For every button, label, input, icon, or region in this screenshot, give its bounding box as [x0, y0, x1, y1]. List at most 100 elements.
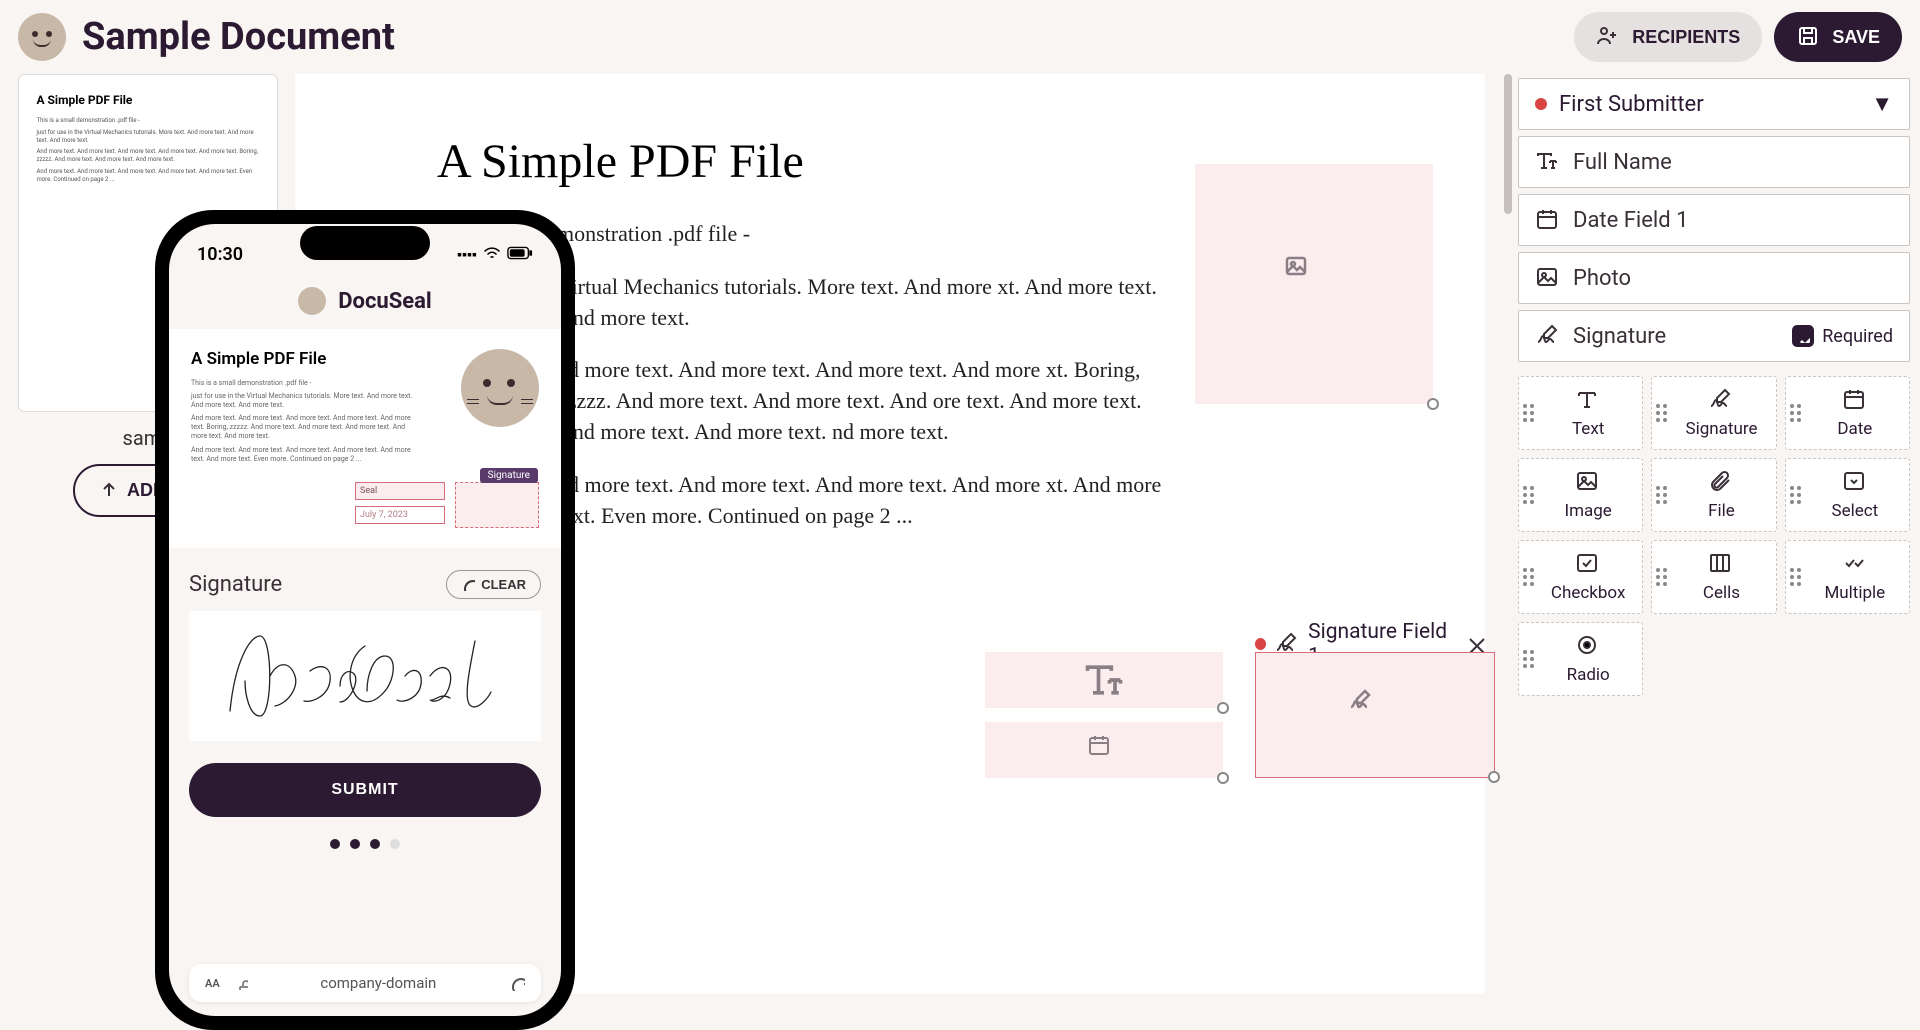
phone-document-card: A Simple PDF File This is a small demons…	[169, 329, 561, 548]
checkbox-checked-icon	[1792, 325, 1814, 347]
text-icon	[1535, 149, 1561, 175]
submitter-dot-icon	[1255, 638, 1266, 650]
drag-handle-icon	[1790, 404, 1801, 422]
document-title: Sample Document	[82, 15, 395, 59]
field-type-date[interactable]: Date	[1785, 376, 1910, 450]
app-header: Sample Document RECIPIENTS SAVE	[0, 0, 1920, 74]
phone-clear-button[interactable]: CLEAR	[446, 570, 541, 599]
calendar-icon	[1535, 207, 1561, 233]
resize-handle[interactable]	[1217, 702, 1229, 714]
field-type-cells[interactable]: Cells	[1651, 540, 1776, 614]
dot-active	[350, 839, 360, 849]
fields-panel: First Submitter ▼ Full Name Date Field 1…	[1512, 74, 1920, 1009]
field-type-select[interactable]: Select	[1785, 458, 1910, 532]
date-field-overlay[interactable]	[985, 722, 1223, 778]
recipients-icon	[1596, 24, 1622, 50]
checkbox-icon	[1575, 551, 1601, 577]
image-icon	[1575, 469, 1601, 495]
signature-icon	[1708, 387, 1734, 413]
page-p2: Virtual Mechanics tutorials. More text. …	[557, 272, 1177, 334]
phone-doc-p: This is a small demonstration .pdf file …	[191, 379, 421, 388]
phone-mini-signature-field: Signature	[455, 482, 539, 528]
dot-active	[330, 839, 340, 849]
phone-clear-label: CLEAR	[481, 577, 526, 592]
scrollbar[interactable]	[1504, 74, 1512, 1009]
save-label: SAVE	[1832, 27, 1880, 48]
close-icon[interactable]	[1465, 634, 1485, 654]
phone-signature-title: Signature	[189, 572, 282, 597]
text-field-overlay[interactable]	[985, 652, 1223, 708]
drag-handle-icon	[1656, 486, 1667, 504]
chevron-down-icon: ▼	[1871, 91, 1893, 117]
phone-submit-button[interactable]: SUBMIT	[189, 763, 541, 817]
recipients-label: RECIPIENTS	[1632, 27, 1740, 48]
phone-time: 10:30	[197, 244, 243, 265]
field-type-signature[interactable]: Signature	[1651, 376, 1776, 450]
refresh-icon[interactable]	[509, 975, 525, 991]
calendar-icon	[1842, 387, 1868, 413]
phone-status-icons: ▪▪▪▪	[457, 246, 533, 264]
field-type-text[interactable]: Text	[1518, 376, 1643, 450]
field-label: Date Field 1	[1573, 208, 1688, 233]
field-item-fullname[interactable]: Full Name	[1518, 136, 1910, 188]
field-type-multiple[interactable]: Multiple	[1785, 540, 1910, 614]
field-type-image[interactable]: Image	[1518, 458, 1643, 532]
phone-signature-section: Signature CLEAR SUBMIT	[169, 548, 561, 861]
select-icon	[1842, 469, 1868, 495]
phone-mini-sig-tag: Signature	[480, 468, 538, 483]
seal-logo-icon	[298, 287, 326, 315]
phone-doc-p: just for use in the Virtual Mechanics tu…	[191, 392, 421, 410]
phone-mini-fields: Seal July 7, 2023 Signature	[191, 482, 539, 528]
signature-field-overlay[interactable]	[1255, 652, 1495, 778]
phone-page-dots	[189, 839, 541, 849]
wifi-icon	[483, 246, 501, 264]
paperclip-icon	[1708, 469, 1734, 495]
phone-mini-date-field: July 7, 2023	[355, 506, 445, 524]
drag-handle-icon	[1523, 568, 1534, 586]
phone-doc-title: A Simple PDF File	[191, 349, 447, 369]
phone-mini-stack: Seal July 7, 2023	[355, 482, 445, 528]
cells-icon	[1708, 551, 1734, 577]
page-p4: nd more text. And more text. And more te…	[557, 470, 1177, 532]
calendar-icon	[1087, 733, 1121, 767]
recipients-button[interactable]: RECIPIENTS	[1574, 12, 1762, 62]
resize-handle[interactable]	[1488, 771, 1500, 783]
drag-handle-icon	[1656, 404, 1667, 422]
required-toggle[interactable]: Required	[1792, 325, 1893, 347]
upload-icon	[97, 481, 117, 501]
phone-screen: 10:30 ▪▪▪▪ DocuSeal A Simple PDF File Th…	[169, 224, 561, 1016]
resize-handle[interactable]	[1427, 398, 1439, 410]
field-item-date[interactable]: Date Field 1	[1518, 194, 1910, 246]
save-button[interactable]: SAVE	[1774, 12, 1902, 62]
dot-active	[370, 839, 380, 849]
multiple-icon	[1842, 551, 1868, 577]
field-name-input[interactable]	[1573, 324, 1723, 349]
dot-inactive	[390, 839, 400, 849]
phone-signature-pad[interactable]	[189, 611, 541, 741]
field-type-checkbox[interactable]: Checkbox	[1518, 540, 1643, 614]
signature-icon	[1348, 688, 1402, 742]
field-type-radio[interactable]: Radio	[1518, 622, 1643, 696]
app-logo-icon	[18, 13, 66, 61]
field-item-photo[interactable]: Photo	[1518, 252, 1910, 304]
field-type-file[interactable]: File	[1651, 458, 1776, 532]
signature-icon	[1535, 323, 1561, 349]
submitter-name: First Submitter	[1559, 92, 1704, 117]
field-item-signature-active[interactable]: Required	[1518, 310, 1910, 362]
lock-icon	[234, 976, 248, 990]
resize-handle[interactable]	[1217, 772, 1229, 784]
required-label: Required	[1822, 326, 1893, 347]
save-icon	[1796, 24, 1822, 50]
submitter-dot-icon	[1535, 98, 1547, 110]
submitter-selector[interactable]: First Submitter ▼	[1518, 78, 1910, 130]
handwritten-signature	[215, 621, 515, 731]
scrollbar-thumb[interactable]	[1504, 74, 1512, 214]
phone-doc-p: And more text. And more text. And more t…	[191, 414, 421, 441]
text-icon	[1082, 658, 1126, 702]
text-icon	[1575, 387, 1601, 413]
refresh-icon	[461, 577, 475, 591]
phone-mockup: 10:30 ▪▪▪▪ DocuSeal A Simple PDF File Th…	[155, 210, 575, 1030]
image-field-overlay[interactable]	[1195, 164, 1433, 404]
phone-submit-label: SUBMIT	[331, 781, 398, 798]
phone-url-bar[interactable]: AA company-domain	[189, 964, 541, 1002]
